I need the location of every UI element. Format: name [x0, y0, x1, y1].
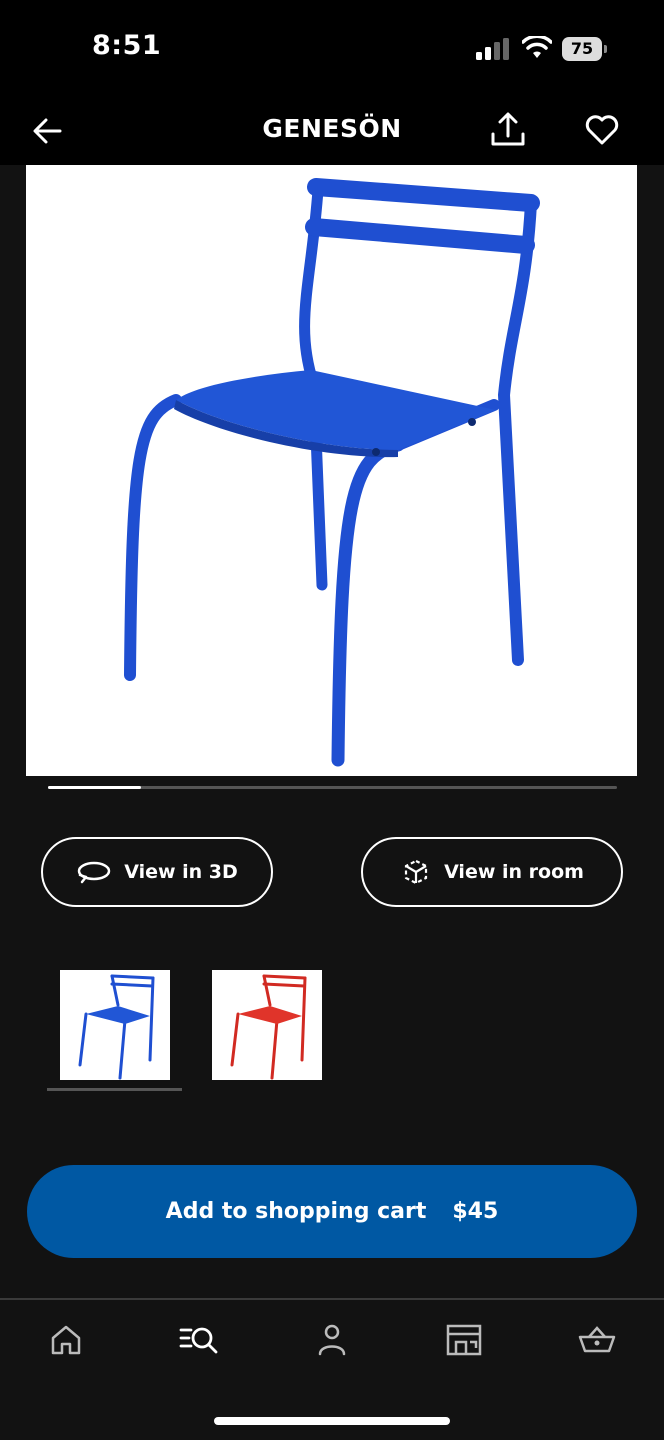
- home-icon[interactable]: [46, 1320, 86, 1360]
- add-to-cart-button[interactable]: Add to shopping cart $45: [27, 1165, 637, 1258]
- carousel-progress: [48, 786, 617, 789]
- ar-cube-icon: [404, 859, 428, 885]
- header: GENESÖN: [0, 100, 664, 165]
- variant-red-thumbnail[interactable]: [212, 970, 322, 1080]
- wifi-icon: [522, 36, 552, 58]
- battery-cap: [604, 45, 607, 53]
- carousel-progress-thumb: [48, 786, 141, 789]
- view-in-3d-label: View in 3D: [124, 861, 238, 883]
- search-icon[interactable]: [178, 1320, 218, 1360]
- rotate-3d-icon: [77, 861, 111, 884]
- battery-icon: 75: [562, 37, 608, 61]
- status-bar: 8:51 75: [0, 0, 664, 100]
- view-in-room-button[interactable]: View in room: [361, 837, 623, 907]
- status-time: 8:51: [92, 30, 162, 61]
- basket-icon[interactable]: [577, 1320, 617, 1360]
- variant-blue-thumbnail[interactable]: [60, 970, 170, 1080]
- variant-selected-indicator: [47, 1088, 182, 1091]
- battery-level: 75: [562, 37, 602, 61]
- cart-price: $45: [452, 1199, 499, 1224]
- share-icon[interactable]: [488, 110, 528, 150]
- heart-icon[interactable]: [584, 112, 620, 148]
- chair-red-image: [230, 974, 307, 1080]
- chair-illustration: [124, 178, 540, 767]
- product-image[interactable]: [26, 165, 637, 776]
- view-in-room-label: View in room: [444, 861, 584, 883]
- add-to-cart-label: Add to shopping cart: [165, 1199, 427, 1224]
- chair-blue-image: [78, 974, 155, 1080]
- page-title: GENESÖN: [262, 114, 402, 143]
- home-indicator[interactable]: [214, 1417, 450, 1425]
- view-in-3d-button[interactable]: View in 3D: [41, 837, 273, 907]
- store-icon[interactable]: [444, 1320, 484, 1360]
- bottom-nav-divider: [0, 1298, 664, 1300]
- signal-icon: [476, 38, 509, 60]
- profile-icon[interactable]: [312, 1320, 352, 1360]
